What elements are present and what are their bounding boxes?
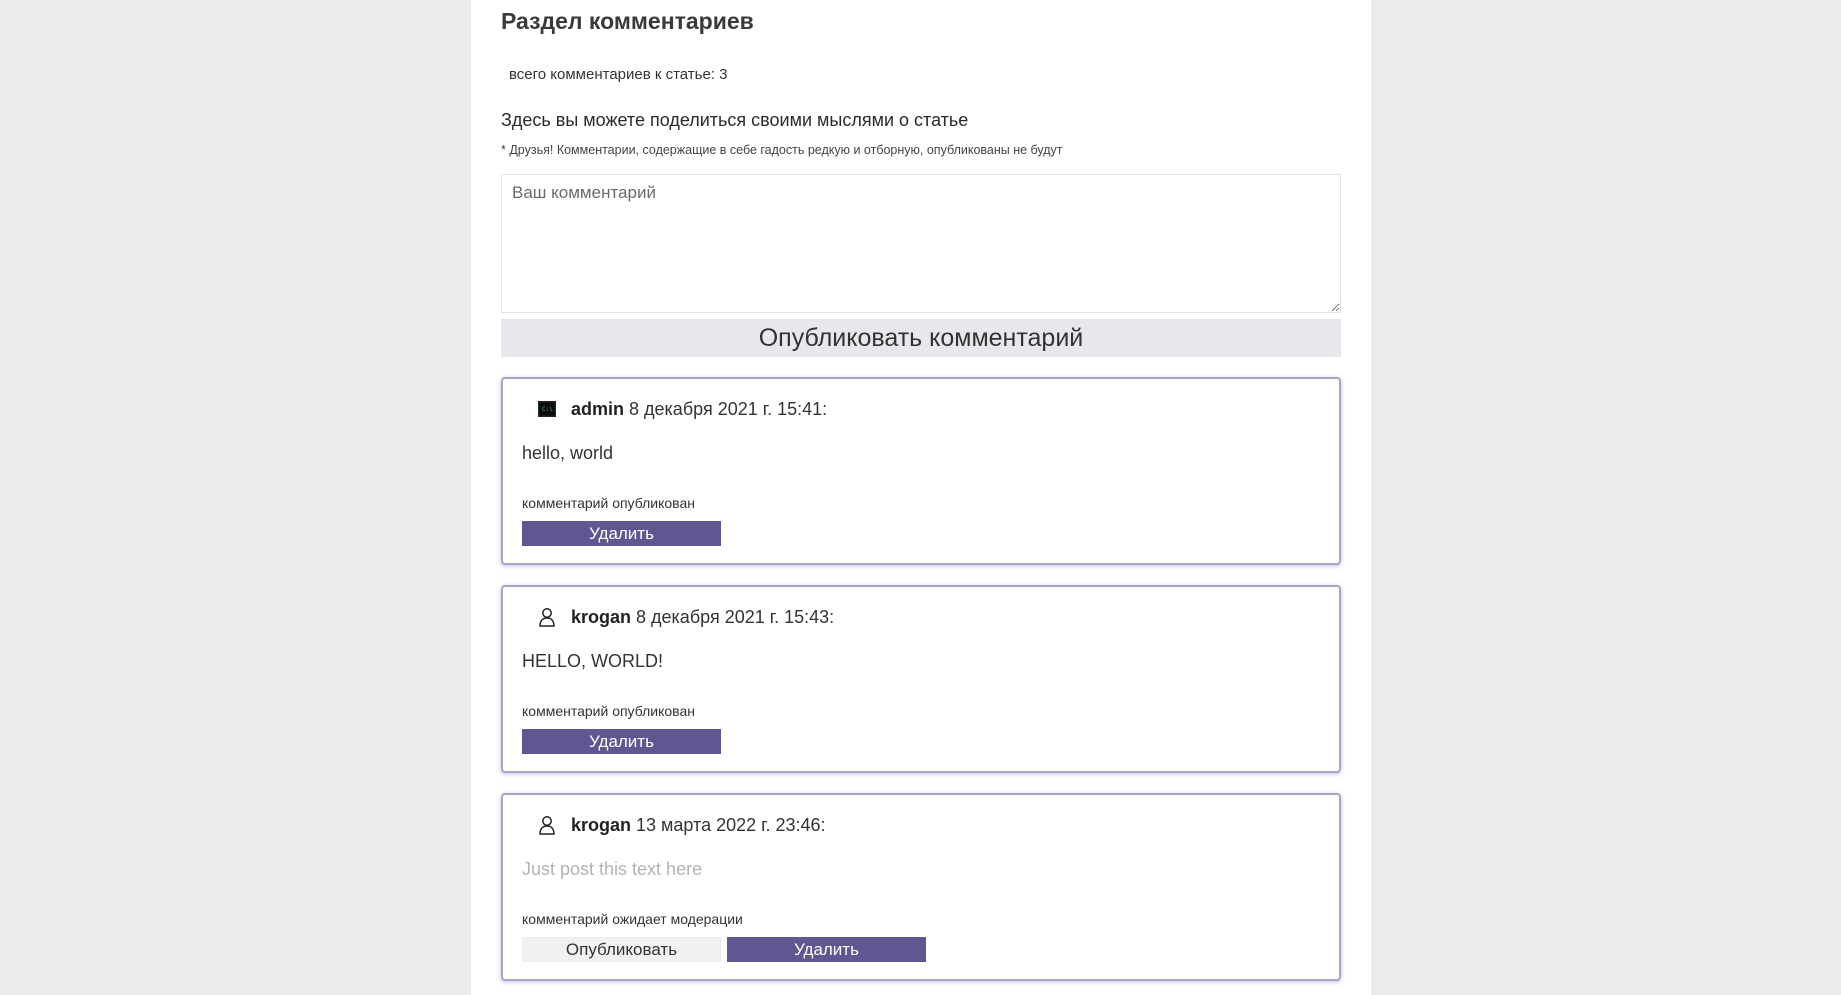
delete-comment-button[interactable]: Удалить [727,937,926,962]
comment-header: C:\ admin 8 декабря 2021 г. 15:41: [537,395,827,423]
comment-author[interactable]: krogan [571,607,631,628]
comment-text: hello, world [522,443,614,463]
comment-header: krogan 13 марта 2022 г. 23:46: [537,811,826,839]
terminal-avatar-icon: C:\ [537,399,557,419]
comment-date: 8 декабря 2021 г. 15:41: [629,398,828,419]
comment-rules-note: * Друзья! Комментарии, содержащие в себе… [501,143,1063,157]
comment-author[interactable]: admin [571,399,624,420]
comments-panel: Раздел комментариев всего комментариев к… [471,0,1371,995]
comment-header: krogan 8 декабря 2021 г. 15:43: [537,603,834,631]
comment-textarea[interactable] [501,174,1341,313]
comment-status: комментарий опубликован [522,495,695,511]
section-title: Раздел комментариев [501,8,754,34]
comment-form-heading: Здесь вы можете поделиться своими мыслям… [501,110,969,130]
comment-date: 8 декабря 2021 г. 15:43: [636,606,835,627]
comment-status: комментарий опубликован [522,703,695,719]
comment-card: krogan 8 декабря 2021 г. 15:43: HELLO, W… [501,585,1341,773]
comment-author[interactable]: krogan [571,815,631,836]
approve-comment-button[interactable]: Опубликовать [522,937,721,962]
publish-comment-button[interactable]: Опубликовать комментарий [501,319,1341,357]
comment-card: C:\ admin 8 декабря 2021 г. 15:41: hello… [501,377,1341,565]
delete-comment-button[interactable]: Удалить [522,729,721,754]
user-icon [537,815,557,835]
comment-date: 13 марта 2022 г. 23:46: [636,814,826,835]
total-comments-count: всего комментариев к статье: 3 [509,66,728,83]
comment-status: комментарий ожидает модерации [522,911,743,927]
user-icon [537,607,557,627]
comment-text: Just post this text here [522,859,703,879]
svg-text:C:\: C:\ [542,406,553,413]
comment-card: krogan 13 марта 2022 г. 23:46: Just post… [501,793,1341,981]
delete-comment-button[interactable]: Удалить [522,521,721,546]
comment-text: HELLO, WORLD! [522,651,664,671]
